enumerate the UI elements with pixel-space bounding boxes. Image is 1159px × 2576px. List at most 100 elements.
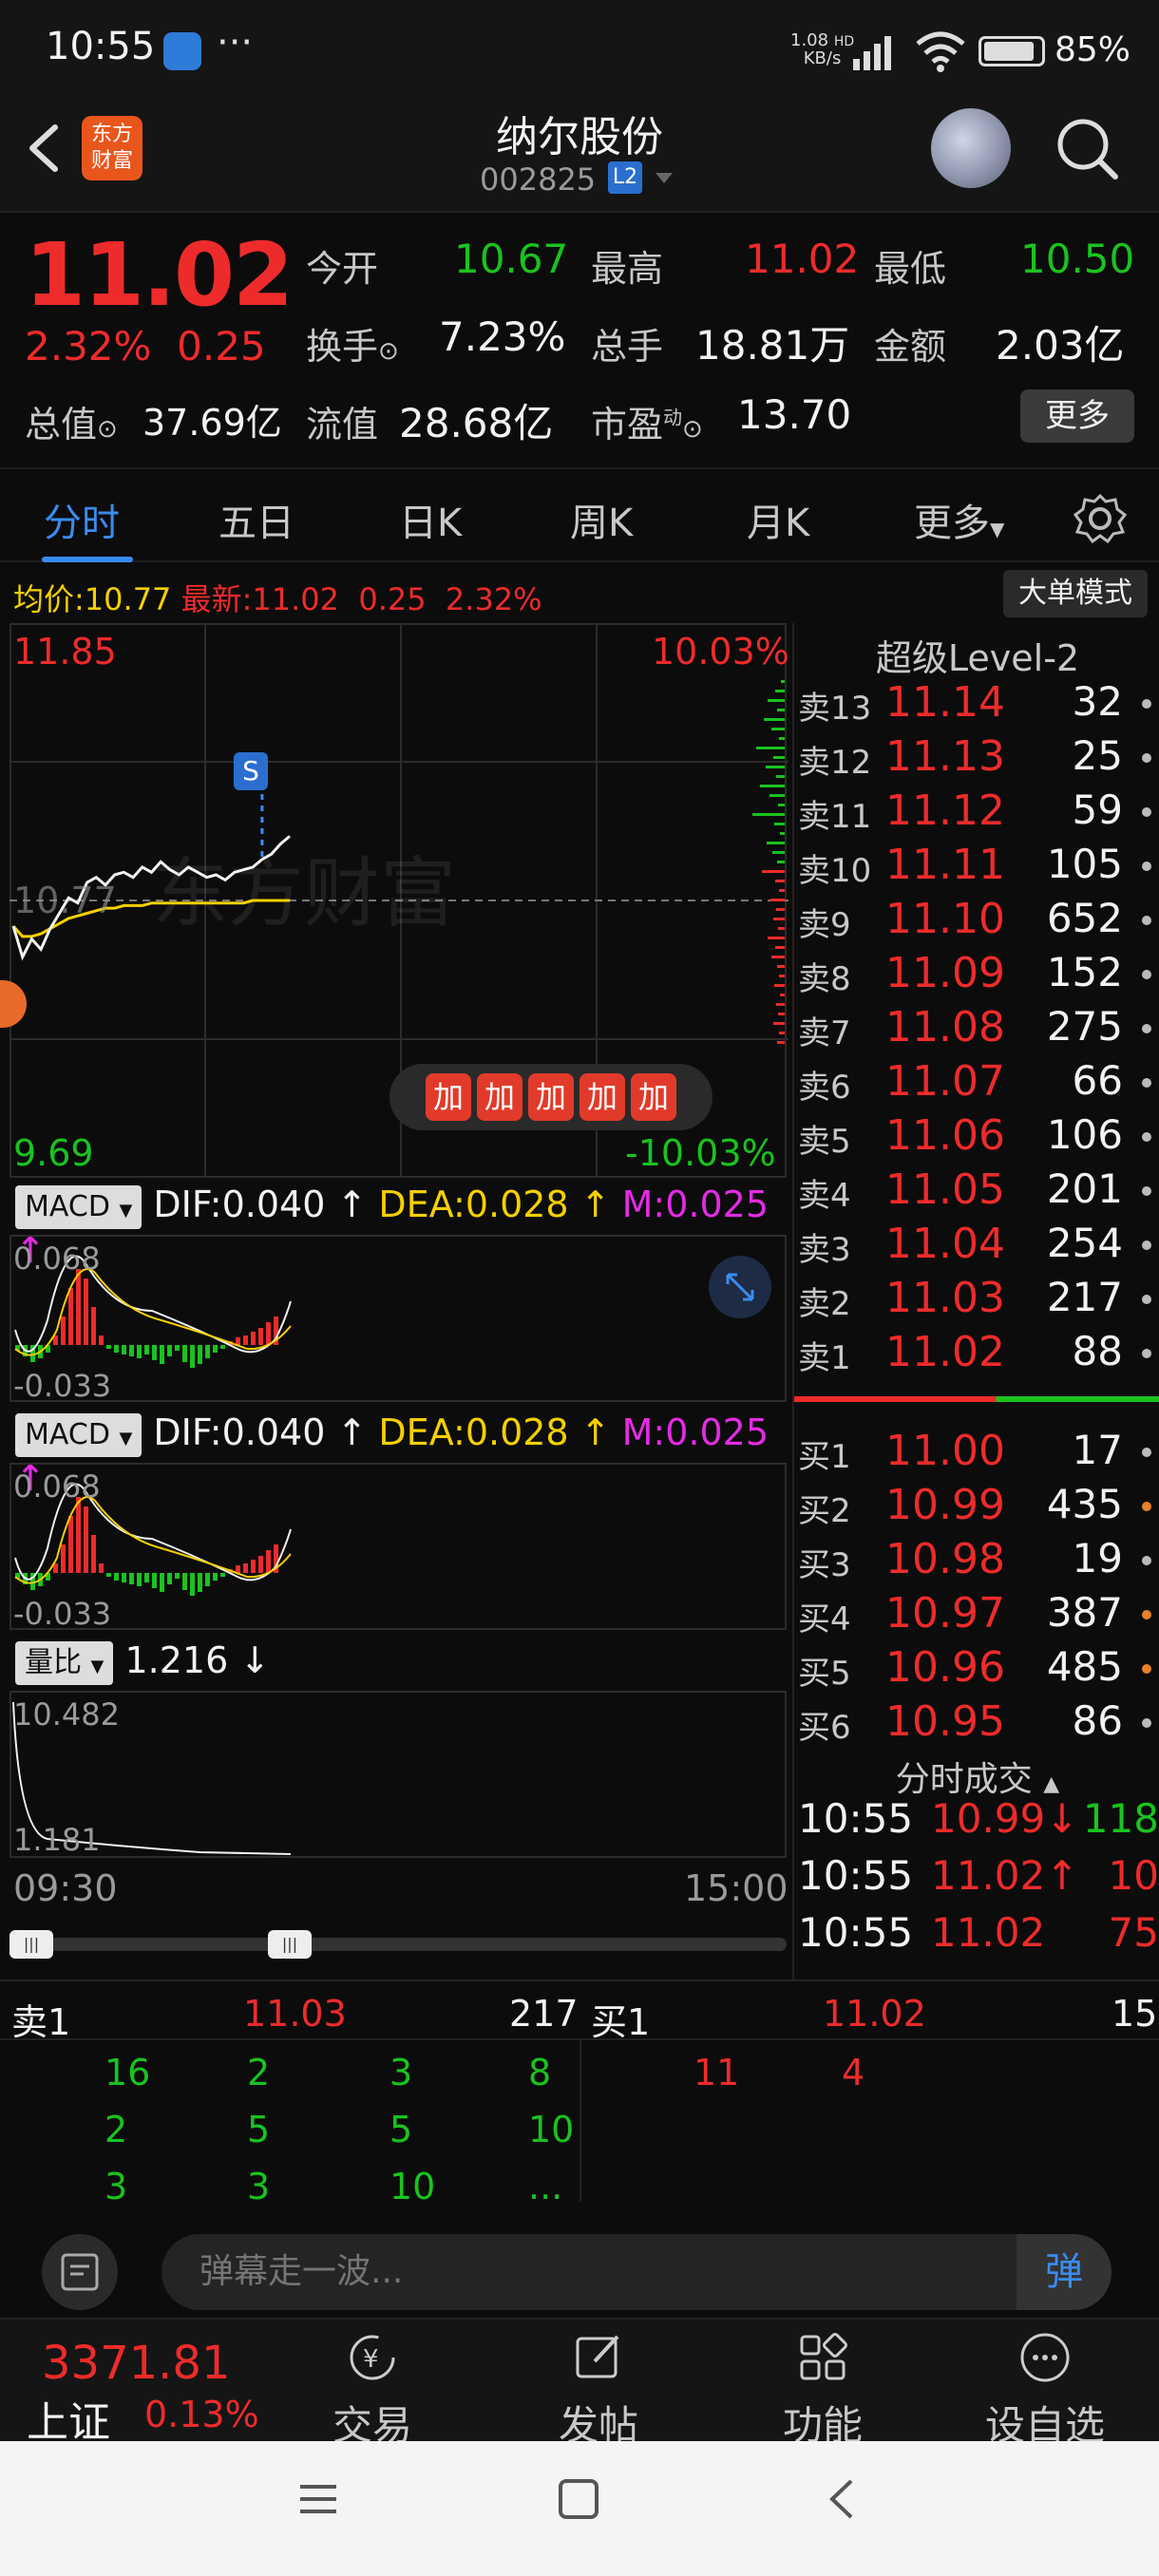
- tab-intraday[interactable]: 分时: [44, 492, 120, 547]
- nav-add-watchlist[interactable]: 设自选: [950, 2320, 1140, 2449]
- chevron-down-icon[interactable]: [654, 171, 674, 186]
- signal-icon: [853, 36, 891, 70]
- macd-histogram-bar: [137, 1345, 142, 1358]
- ask-row[interactable]: 卖9 11.10 652: [794, 895, 1159, 949]
- queue-ask-order: 16: [104, 2052, 151, 2093]
- ask-row[interactable]: 卖4 11.05 201: [794, 1165, 1159, 1220]
- macd-histogram-bar: [175, 1345, 180, 1351]
- level2-panel: 超级Level-2 卖13 11.14 32 卖12 11.13 25 卖11 11.12 59…: [792, 623, 1159, 1979]
- ticks-title[interactable]: 分时成交 ▲: [794, 1752, 1159, 1801]
- range-slider-left-handle[interactable]: |||: [10, 1930, 53, 1959]
- sell-marker[interactable]: S: [234, 752, 268, 790]
- ask-row[interactable]: 卖5 11.06 106: [794, 1111, 1159, 1165]
- nav-post[interactable]: 发帖: [504, 2320, 694, 2449]
- order-volume-bar: [777, 709, 785, 711]
- bid-row[interactable]: 买5 10.96 485: [794, 1643, 1159, 1697]
- ask-row[interactable]: 卖11 11.12 59: [794, 786, 1159, 841]
- add-button[interactable]: 加: [477, 1073, 522, 1121]
- order-volume-bar: [779, 889, 785, 892]
- macd-histogram-bar: [114, 1345, 119, 1353]
- index-pct: 0.13%: [144, 2394, 259, 2435]
- level2-badge[interactable]: L2: [608, 161, 642, 194]
- macd-histogram-bar: [114, 1573, 119, 1581]
- add-button[interactable]: 加: [631, 1073, 676, 1121]
- add-button[interactable]: 加: [528, 1073, 574, 1121]
- danmaku-input[interactable]: [162, 2234, 1112, 2310]
- macd2-selector[interactable]: MACD ▼: [15, 1412, 142, 1457]
- low-label: 最低: [874, 248, 947, 290]
- add-button[interactable]: 加: [426, 1073, 471, 1121]
- ask-row[interactable]: 卖10 11.11 105: [794, 841, 1159, 895]
- ask-volume: 66: [1072, 1057, 1123, 1104]
- tab-more[interactable]: 更多▼: [914, 492, 1004, 547]
- bid-dot: [1142, 1610, 1151, 1619]
- macd-histogram-bar: [68, 1288, 73, 1345]
- ask-row[interactable]: 卖6 11.07 66: [794, 1057, 1159, 1111]
- battery-percent: 85%: [1054, 30, 1131, 69]
- queue-bid-price: 11.02: [823, 1993, 926, 2035]
- bid-row[interactable]: 买3 10.98 19: [794, 1535, 1159, 1589]
- range-slider-right-handle[interactable]: |||: [268, 1930, 312, 1959]
- ask-price: 11.12: [885, 786, 1005, 835]
- danmaku-list-icon[interactable]: [42, 2234, 118, 2310]
- assistant-robot-icon[interactable]: [931, 108, 1011, 188]
- ask-dot: [1142, 916, 1151, 925]
- nav-trade[interactable]: ¥ 交易: [277, 2320, 467, 2449]
- macd-histogram-bar: [84, 1279, 88, 1345]
- expand-chart-button[interactable]: [709, 1256, 771, 1318]
- home-icon[interactable]: [557, 2477, 600, 2521]
- level2-title[interactable]: 超级Level-2: [794, 629, 1159, 681]
- bid-label: 买2: [798, 1492, 851, 1530]
- macd-histogram-bar: [258, 1328, 263, 1345]
- order-volume-bar: [767, 842, 785, 844]
- tab-five-day[interactable]: 五日: [218, 492, 294, 547]
- order-volume-bar: [752, 813, 785, 816]
- ask-row[interactable]: 卖3 11.04 254: [794, 1220, 1159, 1274]
- order-volume-bar: [775, 880, 785, 882]
- gear-icon[interactable]: [1074, 492, 1127, 545]
- bid-row[interactable]: 买1 11.00 17: [794, 1427, 1159, 1481]
- ask-row[interactable]: 卖8 11.09 152: [794, 949, 1159, 1003]
- macd1-top: 0.068: [13, 1241, 101, 1277]
- ask-volume: 275: [1046, 1003, 1123, 1050]
- ask-row[interactable]: 卖12 11.13 25: [794, 732, 1159, 786]
- macd1-selector[interactable]: MACD ▼: [15, 1184, 142, 1229]
- danmaku-bar: 弹: [0, 2213, 1159, 2327]
- add-button[interactable]: 加: [580, 1073, 625, 1121]
- macd1-header: MACD ▼ DIF:0.040 ↑ DEA:0.028 ↑ M:0.025 ↑: [15, 1184, 770, 1271]
- bid-price: 10.97: [885, 1589, 1005, 1638]
- ask-row[interactable]: 卖13 11.14 32: [794, 678, 1159, 732]
- ask-row[interactable]: 卖7 11.08 275: [794, 1003, 1159, 1057]
- menu-icon[interactable]: [296, 2477, 340, 2521]
- ask-volume: 106: [1046, 1111, 1123, 1158]
- bid-row[interactable]: 买6 10.95 86: [794, 1697, 1159, 1752]
- danmaku-send-button[interactable]: 弹: [1016, 2234, 1112, 2310]
- ask-volume: 32: [1072, 678, 1123, 725]
- bid-row[interactable]: 买2 10.99 435: [794, 1481, 1159, 1535]
- queue-ask-total: 217: [509, 1993, 579, 2035]
- tab-daily-k[interactable]: 日K: [399, 492, 462, 547]
- nav-functions[interactable]: 功能: [728, 2320, 918, 2449]
- chart-ref-price: 10.77: [13, 880, 117, 921]
- macd-histogram-bar: [266, 1322, 271, 1345]
- ask-row[interactable]: 卖1 11.02 88: [794, 1328, 1159, 1382]
- ask-label: 卖13: [798, 690, 872, 728]
- back-nav-icon[interactable]: [821, 2477, 864, 2521]
- ask-row[interactable]: 卖2 11.03 217: [794, 1274, 1159, 1328]
- search-icon[interactable]: [1054, 116, 1121, 182]
- queue-ask-order: 8: [528, 2052, 552, 2093]
- macd-histogram-bar: [137, 1573, 142, 1586]
- wifi-icon: [916, 31, 965, 72]
- big-order-mode-button[interactable]: 大单模式: [1003, 570, 1148, 617]
- tab-weekly-k[interactable]: 周K: [570, 492, 633, 547]
- tab-monthly-k[interactable]: 月K: [747, 492, 809, 547]
- more-button[interactable]: 更多: [1020, 389, 1134, 443]
- bid-row[interactable]: 买4 10.97 387: [794, 1589, 1159, 1643]
- range-slider-track[interactable]: [10, 1938, 787, 1951]
- index-ticker[interactable]: 3371.81 上证 0.13%: [0, 2320, 266, 2447]
- grid-icon: [800, 2333, 847, 2380]
- macd-histogram-bar: [152, 1345, 157, 1360]
- macd-histogram-bar: [106, 1573, 111, 1577]
- vol-ratio-selector[interactable]: 量比 ▼: [15, 1640, 114, 1685]
- bid-dot: [1142, 1718, 1151, 1728]
